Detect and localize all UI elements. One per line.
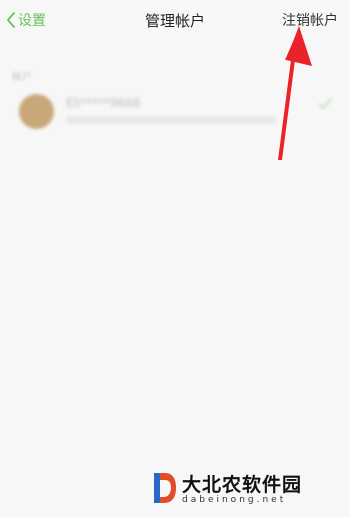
watermark-url: dabeinong.net <box>182 495 287 505</box>
watermark-name: 大北农软件园 <box>182 474 303 496</box>
annotation-arrow <box>278 26 312 160</box>
watermark: 大北农软件园 dabeinong.net <box>152 470 302 505</box>
watermark-logo-icon <box>154 472 176 503</box>
